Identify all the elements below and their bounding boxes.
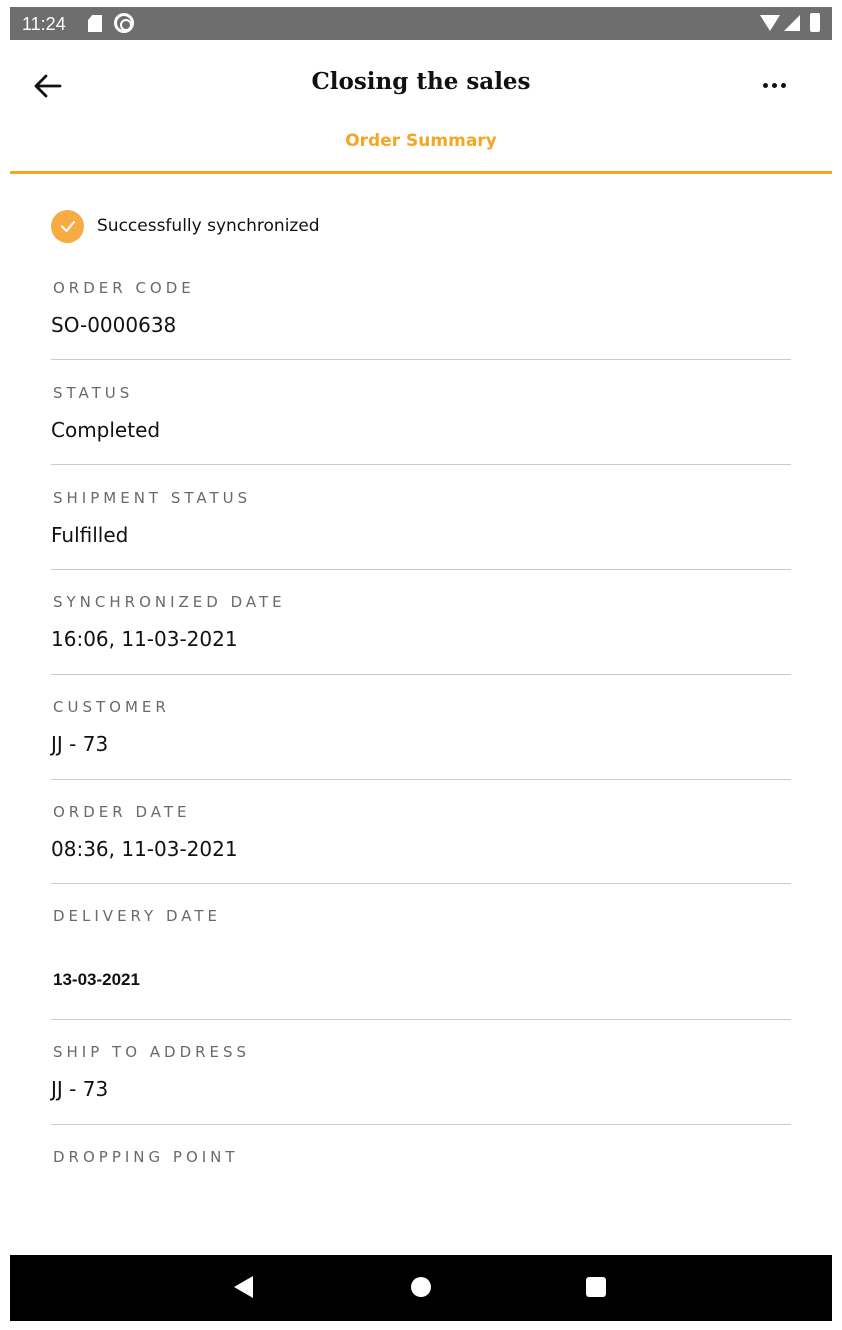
more-options-button[interactable] [754, 70, 794, 100]
sd-card-icon [88, 15, 102, 32]
field-label: DELIVERY DATE [53, 907, 221, 925]
divider [51, 883, 791, 884]
field-label: STATUS [53, 384, 134, 402]
divider [51, 359, 791, 360]
field-value: 13-03-2021 [53, 970, 140, 989]
field-label: DROPPING POINT [53, 1148, 239, 1166]
nav-recents-icon[interactable] [586, 1277, 606, 1297]
field-label: CUSTOMER [53, 698, 170, 716]
tab-label: Order Summary [345, 131, 497, 151]
sync-status-icon [114, 13, 134, 33]
page-title: Closing the sales [311, 68, 531, 95]
nav-back-icon[interactable] [234, 1276, 253, 1298]
app-bar: Closing the sales [10, 40, 832, 124]
status-bar: 11:24 [10, 7, 832, 40]
navigation-bar [10, 1255, 832, 1321]
divider [51, 674, 791, 675]
sync-message: Successfully synchronized [97, 216, 320, 236]
divider [51, 569, 791, 570]
field-value: Completed [51, 418, 161, 442]
divider [51, 779, 791, 780]
field-value: JJ - 73 [51, 732, 109, 756]
field-label: SHIPMENT STATUS [53, 489, 252, 507]
signal-icon [784, 15, 800, 31]
status-time: 11:24 [22, 14, 66, 34]
nav-home-icon[interactable] [411, 1277, 431, 1297]
battery-icon [810, 13, 820, 32]
field-value: SO-0000638 [51, 313, 177, 337]
divider [51, 464, 791, 465]
device-screen: 11:24 Closing the sales Order Summary Su… [10, 7, 832, 1321]
field-value: JJ - 73 [51, 1077, 109, 1101]
sync-status-row: Successfully synchronized [51, 209, 320, 243]
check-circle-icon [51, 209, 84, 243]
field-value: 16:06, 11-03-2021 [51, 627, 238, 651]
field-value: 08:36, 11-03-2021 [51, 837, 238, 861]
wifi-icon [760, 15, 780, 31]
more-dot-icon [762, 82, 768, 88]
field-label: SHIP TO ADDRESS [53, 1043, 251, 1061]
field-value: Fulfilled [51, 523, 129, 547]
more-dot-icon [780, 82, 786, 88]
tab-indicator [10, 171, 832, 174]
field-label: ORDER CODE [53, 279, 195, 297]
more-dot-icon [771, 82, 777, 88]
divider [51, 1019, 791, 1020]
tab-order-summary[interactable]: Order Summary [10, 124, 832, 174]
divider [51, 1124, 791, 1125]
field-label: ORDER DATE [53, 803, 191, 821]
field-label: SYNCHRONIZED DATE [53, 593, 286, 611]
